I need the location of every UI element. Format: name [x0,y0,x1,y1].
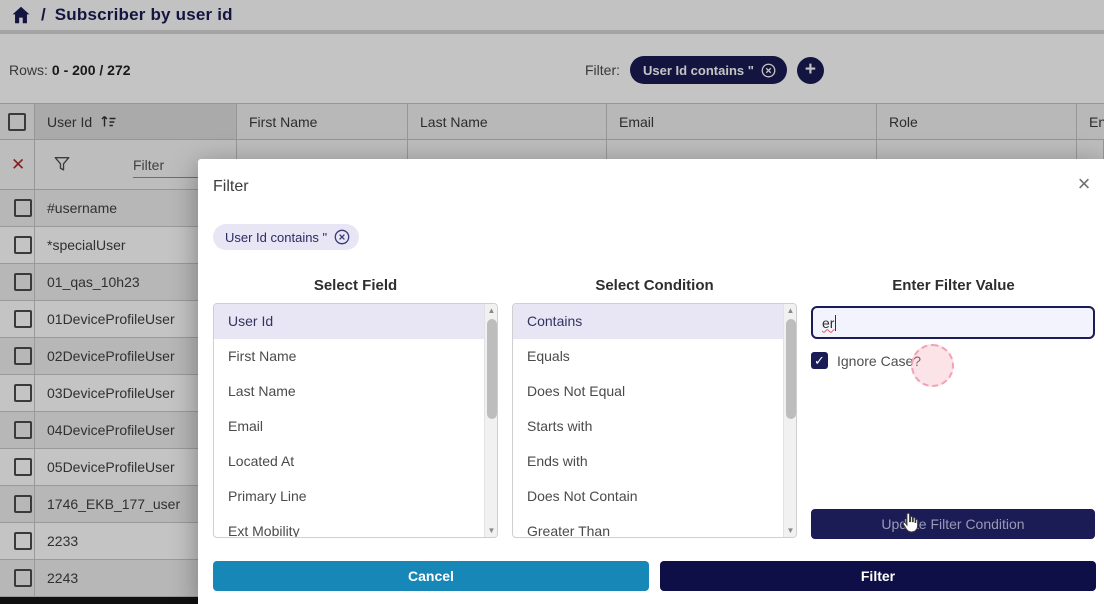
ignore-case-label: Ignore Case? [837,353,921,369]
condition-scrollbar[interactable]: ▲ ▼ [783,304,796,537]
field-option-ext-mobility[interactable]: Ext Mobility [214,514,484,538]
close-icon[interactable]: × [1073,173,1095,195]
condition-options: ContainsEqualsDoes Not EqualStarts withE… [513,304,783,538]
field-option-last-name[interactable]: Last Name [214,374,484,409]
remove-filter-icon[interactable] [334,229,350,245]
enter-value-heading: Enter Filter Value [811,277,1096,294]
filter-value-input[interactable]: er [811,306,1095,339]
modal-title: Filter [213,178,249,196]
click-highlight-ring [911,344,954,387]
scroll-up-icon[interactable]: ▲ [485,304,498,317]
condition-option-equals[interactable]: Equals [513,339,783,374]
modal-filter-chip-text: User Id contains " [225,230,327,245]
condition-option-does-not-contain[interactable]: Does Not Contain [513,479,783,514]
select-field-heading: Select Field [213,277,498,294]
select-condition-heading: Select Condition [512,277,797,294]
scroll-up-icon[interactable]: ▲ [784,304,797,317]
field-option-primary-line[interactable]: Primary Line [214,479,484,514]
mouse-cursor-icon [898,511,921,534]
condition-option-contains[interactable]: Contains [513,304,783,339]
filter-apply-button[interactable]: Filter [660,561,1096,591]
text-caret [835,315,836,331]
field-scrollbar[interactable]: ▲ ▼ [484,304,497,537]
condition-option-greater-than[interactable]: Greater Than [513,514,783,538]
scrollbar-thumb[interactable] [786,319,796,419]
condition-option-starts-with[interactable]: Starts with [513,409,783,444]
field-listbox: User IdFirst NameLast NameEmailLocated A… [213,303,498,538]
scrollbar-thumb[interactable] [487,319,497,419]
scroll-down-icon[interactable]: ▼ [485,524,498,537]
cancel-button[interactable]: Cancel [213,561,649,591]
field-option-email[interactable]: Email [214,409,484,444]
app-screen: / Subscriber by user id Rows:0 - 200 / 2… [0,0,1104,604]
modal-filter-chip[interactable]: User Id contains " [213,224,359,250]
condition-listbox: ContainsEqualsDoes Not EqualStarts withE… [512,303,797,538]
field-option-user-id[interactable]: User Id [214,304,484,339]
filter-value-text: er [822,315,834,331]
scroll-down-icon[interactable]: ▼ [784,524,797,537]
ignore-case-checkbox[interactable]: ✓ [811,352,828,369]
field-options: User IdFirst NameLast NameEmailLocated A… [214,304,484,538]
update-filter-condition-button[interactable]: Update Filter Condition [811,509,1095,539]
field-option-located-at[interactable]: Located At [214,444,484,479]
condition-option-does-not-equal[interactable]: Does Not Equal [513,374,783,409]
field-option-first-name[interactable]: First Name [214,339,484,374]
condition-option-ends-with[interactable]: Ends with [513,444,783,479]
ignore-case-row: ✓ Ignore Case? [811,352,921,369]
filter-modal: Filter × User Id contains " Select Field… [198,159,1104,604]
